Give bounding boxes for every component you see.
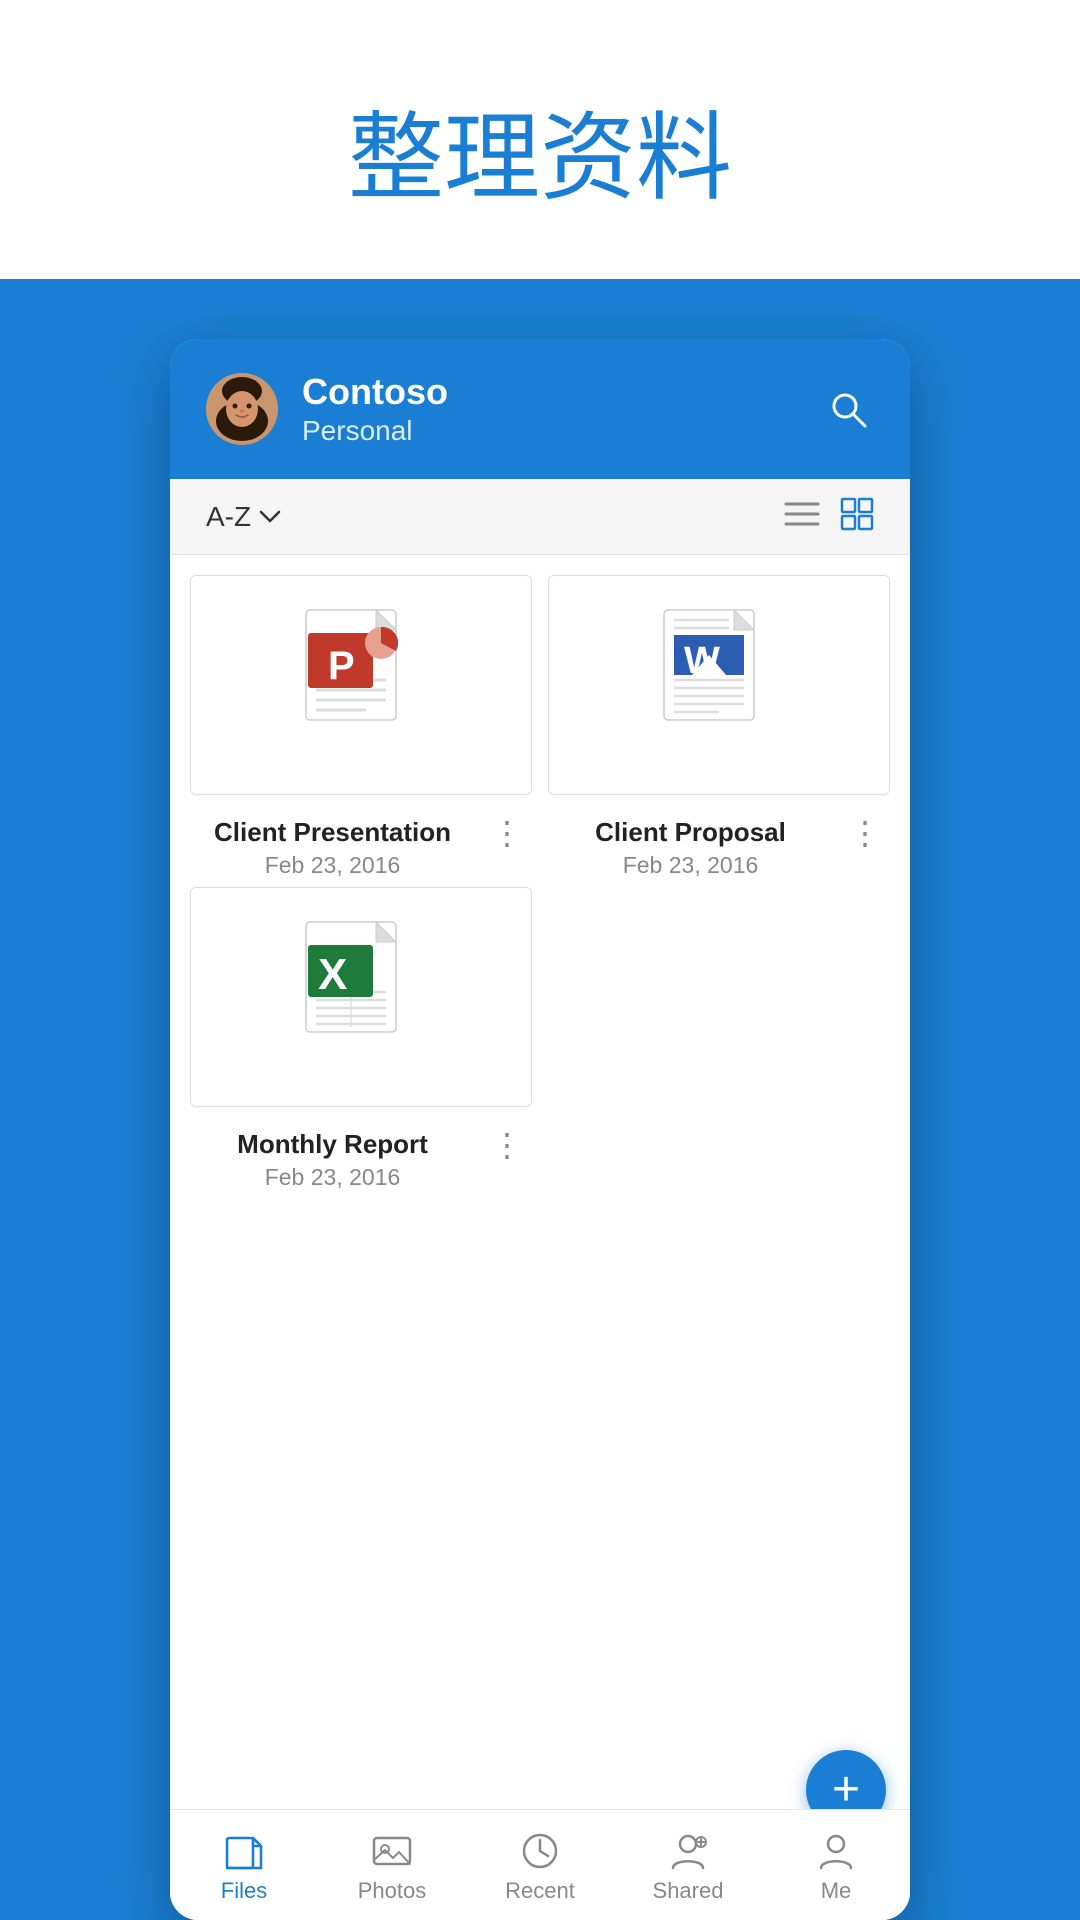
top-section: 整理资料: [0, 0, 1080, 279]
fab-icon: +: [832, 1766, 860, 1814]
svg-text:P: P: [328, 644, 355, 688]
app-header: Contoso Personal: [170, 339, 910, 479]
grid-view-button[interactable]: [840, 497, 874, 536]
file-item-report[interactable]: X Monthly Report Feb 23, 2016 ⋮: [190, 887, 532, 1191]
svg-text:W: W: [684, 640, 720, 682]
file-name-proposal: Client Proposal: [595, 817, 786, 848]
blue-background: Contoso Personal A-Z: [0, 279, 1080, 1920]
search-button[interactable]: [822, 383, 874, 435]
file-name-presentation: Client Presentation: [214, 817, 451, 848]
phone-card: Contoso Personal A-Z: [170, 339, 910, 1920]
sort-label: A-Z: [206, 501, 251, 533]
file-thumbnail-presentation: P: [190, 575, 532, 795]
more-options-proposal[interactable]: ⋮: [841, 813, 890, 853]
nav-shared-label: Shared: [653, 1878, 724, 1904]
nav-me-label: Me: [821, 1878, 852, 1904]
page-title: 整理资料: [348, 105, 732, 212]
nav-files[interactable]: Files: [194, 1830, 294, 1904]
file-thumbnail-proposal: W: [548, 575, 890, 795]
nav-recent[interactable]: Recent: [490, 1830, 590, 1904]
nav-shared[interactable]: Shared: [638, 1830, 738, 1904]
svg-text:X: X: [318, 950, 347, 999]
list-view-button[interactable]: [784, 500, 820, 533]
content-area: P Client Presentation Feb 23, 2016 ⋮: [170, 555, 910, 1920]
file-row-2: X Monthly Report Feb 23, 2016 ⋮: [190, 887, 890, 1191]
more-options-presentation[interactable]: ⋮: [483, 813, 532, 853]
file-date-report: Feb 23, 2016: [265, 1164, 401, 1191]
header-text: Contoso Personal: [302, 371, 798, 447]
file-item-presentation[interactable]: P Client Presentation Feb 23, 2016 ⋮: [190, 575, 532, 879]
file-date-presentation: Feb 23, 2016: [265, 852, 401, 879]
nav-photos-label: Photos: [358, 1878, 427, 1904]
file-row-1: P Client Presentation Feb 23, 2016 ⋮: [190, 575, 890, 879]
user-name: Contoso: [302, 371, 798, 413]
file-item-proposal[interactable]: W Client Proposal Feb 23, 2016 ⋮: [548, 575, 890, 879]
nav-recent-label: Recent: [505, 1878, 575, 1904]
bottom-nav: Files Photos Recent: [170, 1809, 910, 1920]
file-name-report: Monthly Report: [237, 1129, 428, 1160]
toolbar: A-Z: [170, 479, 910, 555]
sort-button[interactable]: A-Z: [206, 501, 281, 533]
nav-files-label: Files: [221, 1878, 267, 1904]
view-toggle: [784, 497, 874, 536]
file-thumbnail-report: X: [190, 887, 532, 1107]
nav-me[interactable]: Me: [786, 1830, 886, 1904]
file-date-proposal: Feb 23, 2016: [623, 852, 759, 879]
more-options-report[interactable]: ⋮: [483, 1125, 532, 1165]
nav-photos[interactable]: Photos: [342, 1830, 442, 1904]
avatar[interactable]: [206, 373, 278, 445]
user-subtitle: Personal: [302, 415, 798, 447]
file-grid: P Client Presentation Feb 23, 2016 ⋮: [170, 555, 910, 1191]
empty-cell: [548, 887, 890, 1191]
